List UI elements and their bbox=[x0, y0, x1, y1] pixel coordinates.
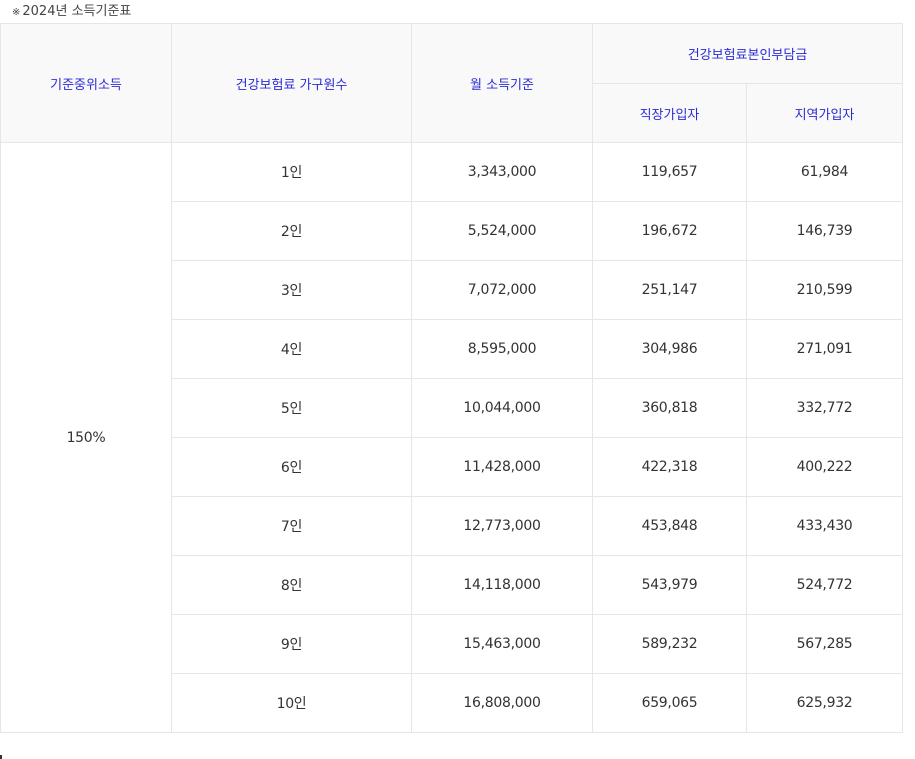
household-size-cell: 2인 bbox=[171, 201, 412, 261]
household-size-cell: 5인 bbox=[171, 378, 412, 438]
header-household-size: 건강보험료 가구원수 bbox=[171, 23, 412, 143]
monthly-income-cell: 16,808,000 bbox=[411, 673, 593, 733]
employee-premium-cell: 422,318 bbox=[592, 437, 747, 497]
header-regional-subscriber: 지역가입자 bbox=[745, 83, 904, 143]
employee-premium-cell: 589,232 bbox=[592, 614, 747, 674]
header-premium-group: 건강보험료본인부담금 bbox=[591, 23, 904, 84]
regional-premium-cell: 332,772 bbox=[745, 378, 904, 438]
regional-premium-cell: 146,739 bbox=[745, 201, 904, 261]
monthly-income-cell: 10,044,000 bbox=[411, 378, 593, 438]
employee-premium-cell: 659,065 bbox=[592, 673, 747, 733]
header-monthly-income: 월 소득기준 bbox=[411, 23, 593, 143]
median-income-cell: 150% bbox=[0, 142, 172, 733]
employee-premium-cell: 453,848 bbox=[592, 496, 747, 556]
regional-premium-cell: 210,599 bbox=[745, 260, 904, 320]
household-size-cell: 1인 bbox=[171, 142, 412, 202]
trailing-mark bbox=[0, 755, 2, 759]
monthly-income-cell: 7,072,000 bbox=[411, 260, 593, 320]
monthly-income-cell: 15,463,000 bbox=[411, 614, 593, 674]
header-employee-subscriber: 직장가입자 bbox=[592, 83, 747, 143]
regional-premium-cell: 271,091 bbox=[745, 319, 904, 379]
employee-premium-cell: 543,979 bbox=[592, 555, 747, 615]
regional-premium-cell: 524,772 bbox=[745, 555, 904, 615]
employee-premium-cell: 119,657 bbox=[592, 142, 747, 202]
table-caption: ※ 2024년 소득기준표 bbox=[12, 2, 131, 22]
monthly-income-cell: 8,595,000 bbox=[411, 319, 593, 379]
header-median-income: 기준중위소득 bbox=[0, 23, 172, 143]
monthly-income-cell: 12,773,000 bbox=[411, 496, 593, 556]
caption-text: 2024년 소득기준표 bbox=[22, 4, 132, 19]
income-standard-table: 기준중위소득 건강보험료 가구원수 월 소득기준 건강보험료본인부담금 직장가입… bbox=[0, 23, 904, 733]
employee-premium-cell: 360,818 bbox=[592, 378, 747, 438]
regional-premium-cell: 61,984 bbox=[745, 142, 904, 202]
household-size-cell: 4인 bbox=[171, 319, 412, 379]
note-mark: ※ bbox=[12, 7, 21, 18]
monthly-income-cell: 14,118,000 bbox=[411, 555, 593, 615]
employee-premium-cell: 251,147 bbox=[592, 260, 747, 320]
regional-premium-cell: 625,932 bbox=[745, 673, 904, 733]
employee-premium-cell: 196,672 bbox=[592, 201, 747, 261]
monthly-income-cell: 3,343,000 bbox=[411, 142, 593, 202]
table-body: 150% 1인 3,343,000 119,657 61,984 2인 5,524,000 1… bbox=[0, 142, 904, 733]
regional-premium-cell: 433,430 bbox=[745, 496, 904, 556]
household-size-cell: 3인 bbox=[171, 260, 412, 320]
monthly-income-cell: 5,524,000 bbox=[411, 201, 593, 261]
household-size-cell: 7인 bbox=[171, 496, 412, 556]
household-size-cell: 9인 bbox=[171, 614, 412, 674]
monthly-income-cell: 11,428,000 bbox=[411, 437, 593, 497]
household-size-cell: 6인 bbox=[171, 437, 412, 497]
table-header: 기준중위소득 건강보험료 가구원수 월 소득기준 건강보험료본인부담금 직장가입… bbox=[0, 23, 904, 143]
employee-premium-cell: 304,986 bbox=[592, 319, 747, 379]
household-size-cell: 8인 bbox=[171, 555, 412, 615]
regional-premium-cell: 400,222 bbox=[745, 437, 904, 497]
table-row: 150% 1인 3,343,000 119,657 61,984 bbox=[0, 142, 904, 733]
regional-premium-cell: 567,285 bbox=[745, 614, 904, 674]
household-size-cell: 10인 bbox=[171, 673, 412, 733]
